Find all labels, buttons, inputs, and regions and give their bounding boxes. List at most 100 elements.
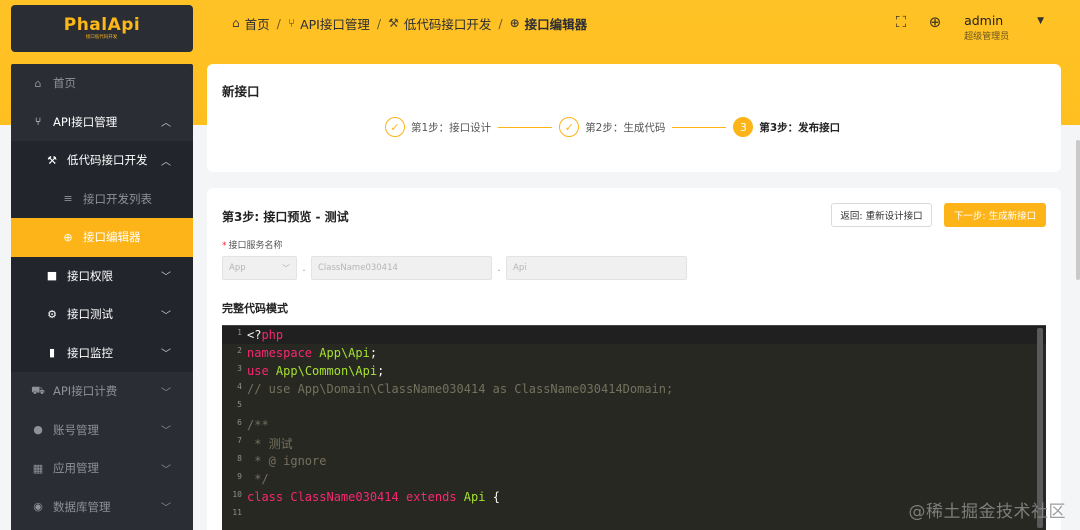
code-line[interactable]: 3 use App\Common\Api; (222, 362, 1046, 380)
sidebar-item-label: 接口测试 (67, 307, 113, 322)
page-scrollbar[interactable] (1076, 140, 1080, 280)
globe-icon[interactable]: ⊕ (926, 13, 944, 31)
check-icon: ✓ (385, 117, 405, 137)
chevron-down-icon: ﹀ (161, 464, 171, 476)
select-value: App (229, 263, 246, 273)
step-1[interactable]: ✓ 第1步：接口设计 (385, 117, 491, 137)
sidebar-item-dev-list[interactable]: ≡ 接口开发列表 (11, 179, 193, 218)
breadcrumb-editor: ⊕ 接口编辑器 (510, 14, 588, 33)
api-branch-icon: ⑂ (287, 16, 296, 30)
code-line[interactable]: 4 // use App\Domain\ClassName030414 as Cl… (222, 380, 1046, 398)
chevron-down-icon: ﹀ (161, 310, 171, 322)
breadcrumb-separator: / (498, 15, 503, 31)
chevron-up-icon: ︿ (161, 118, 171, 130)
breadcrumb-label: API接口管理 (300, 16, 370, 32)
tool-icon: ⚒ (47, 153, 57, 167)
code-line[interactable]: 9 */ (222, 470, 1046, 488)
line-number: 4 (237, 382, 242, 391)
breadcrumb-separator: / (276, 15, 281, 31)
line-number: 3 (237, 364, 242, 373)
code-line[interactable]: 1 <?php (222, 326, 1046, 344)
code-line[interactable]: 6 /** (222, 416, 1046, 434)
chevron-down-icon: ﹀ (161, 349, 171, 361)
code-text: * @ ignore (247, 454, 327, 468)
tool-icon: ⚒ (388, 16, 399, 30)
sidebar-item-apps[interactable]: ▦ 应用管理 ﹀ (11, 449, 193, 488)
sidebar-item-billing[interactable]: ⛟ API接口计费 ﹀ (11, 372, 193, 411)
line-number: 8 (237, 454, 242, 463)
breadcrumb-api-management[interactable]: ⑂ API接口管理 (288, 14, 370, 33)
code-line[interactable]: 7 * 测试 (222, 434, 1046, 452)
breadcrumb-label: 低代码接口开发 (403, 16, 492, 32)
line-number: 10 (232, 490, 242, 499)
label-text: 接口服务名称 (228, 241, 283, 251)
code-text: class ClassName030414 extends Api { (247, 490, 500, 504)
watermark: @稀土掘金技术社区 (908, 502, 1066, 522)
sidebar-item-label: 低代码接口开发 (67, 153, 148, 168)
grid-icon: ▦ (32, 461, 44, 475)
sidebar-item-permissions[interactable]: ■ 接口权限 ﹀ (11, 256, 193, 295)
api-branch-icon: ⑂ (34, 115, 42, 129)
sidebar-item-api-management[interactable]: ⑂ API接口管理 ︿ (11, 103, 193, 142)
app-logo[interactable]: PhalApi 接口低代码开发 (11, 5, 193, 52)
line-number: 6 (237, 418, 242, 427)
code-text: use App\Common\Api; (247, 364, 385, 378)
next-generate-button[interactable]: 下一步: 生成新接口 (944, 203, 1046, 227)
fullscreen-icon[interactable]: ⛶ (892, 13, 910, 31)
breadcrumb-label: 首页 (244, 16, 270, 32)
line-number: 7 (237, 436, 242, 445)
check-icon: ✓ (559, 117, 580, 137)
line-number: 5 (237, 400, 242, 409)
service-name-inputs: App ﹀ . ClassName030414 . Api (222, 256, 687, 280)
database-icon: ◉ (33, 500, 43, 514)
sidebar-item-label: 接口权限 (67, 268, 113, 283)
code-line[interactable]: 5 (222, 398, 1046, 416)
user-name: admin (964, 13, 1004, 28)
chevron-down-icon: ﹀ (161, 387, 171, 399)
code-text: <?php (247, 328, 284, 342)
chevron-down-icon: ﹀ (161, 272, 171, 284)
sidebar-item-label: 接口监控 (67, 345, 113, 360)
chevron-up-icon: ︿ (161, 156, 171, 168)
sidebar-item-editor[interactable]: ⊕ 接口编辑器 (11, 218, 193, 257)
code-line[interactable]: 8 * @ ignore (222, 452, 1046, 470)
sidebar-item-home[interactable]: ⌂ 首页 (11, 64, 193, 103)
caret-down-icon[interactable]: ▼ (1037, 13, 1044, 29)
step-2[interactable]: ✓ 第2步：生成代码 (559, 117, 665, 137)
sidebar-item-accounts[interactable]: ● 账号管理 ﹀ (11, 411, 193, 450)
sidebar-item-label: 接口编辑器 (83, 230, 141, 245)
sidebar-item-label: 账号管理 (53, 422, 99, 437)
code-line[interactable]: 2 namespace App\Api; (222, 344, 1046, 362)
sidebar-item-testing[interactable]: ⚙ 接口测试 ﹀ (11, 295, 193, 334)
chevron-down-icon: ﹀ (282, 263, 290, 273)
sidebar-item-label: 接口开发列表 (83, 191, 152, 206)
separator-dot: . (302, 262, 306, 274)
breadcrumb-lowcode[interactable]: ⚒ 低代码接口开发 (388, 14, 491, 33)
code-text: // use App\Domain\ClassName030414 as Cla… (247, 382, 674, 396)
sidebar-item-monitoring[interactable]: ▮ 接口监控 ﹀ (11, 333, 193, 372)
step-3[interactable]: 3 第3步：发布接口 (733, 117, 840, 137)
user-menu[interactable]: admin 超级管理员 (964, 13, 1009, 43)
wizard-card: 新接口 ✓ 第1步：接口设计 ✓ 第2步：生成代码 3 第3步：发布接口 (207, 64, 1061, 172)
sidebar-item-label: API接口计费 (53, 384, 118, 399)
list-icon: ≡ (63, 192, 73, 206)
sidebar: ⌂ 首页 ⑂ API接口管理 ︿ ⚒ 低代码接口开发 ︿ ≡ 接口开发列表 ⊕ … (11, 64, 193, 530)
class-name-input[interactable]: ClassName030414 (311, 256, 492, 280)
namespace-select[interactable]: App ﹀ (222, 256, 297, 280)
back-redesign-button[interactable]: 返回: 重新设计接口 (831, 203, 932, 227)
api-input[interactable]: Api (506, 256, 687, 280)
step-label: 第2步：生成代码 (585, 121, 666, 134)
separator-dot: . (497, 262, 501, 274)
preview-card: 第3步: 接口预览 - 测试 返回: 重新设计接口 下一步: 生成新接口 * 接口… (207, 188, 1061, 530)
breadcrumb-home[interactable]: ⌂ 首页 (232, 14, 270, 33)
breadcrumb-label: 接口编辑器 (524, 16, 588, 32)
plus-circle-icon: ⊕ (63, 230, 73, 244)
line-number: 2 (237, 346, 242, 355)
sidebar-item-label: 数据库管理 (53, 499, 111, 514)
wizard-steps: ✓ 第1步：接口设计 ✓ 第2步：生成代码 3 第3步：发布接口 (385, 116, 840, 138)
code-mode-label: 完整代码模式 (222, 302, 288, 315)
input-value: ClassName030414 (318, 263, 398, 273)
sidebar-item-database[interactable]: ◉ 数据库管理 ﹀ (11, 488, 193, 527)
plus-circle-icon: ⊕ (509, 16, 520, 30)
sidebar-item-lowcode[interactable]: ⚒ 低代码接口开发 ︿ (11, 141, 193, 180)
